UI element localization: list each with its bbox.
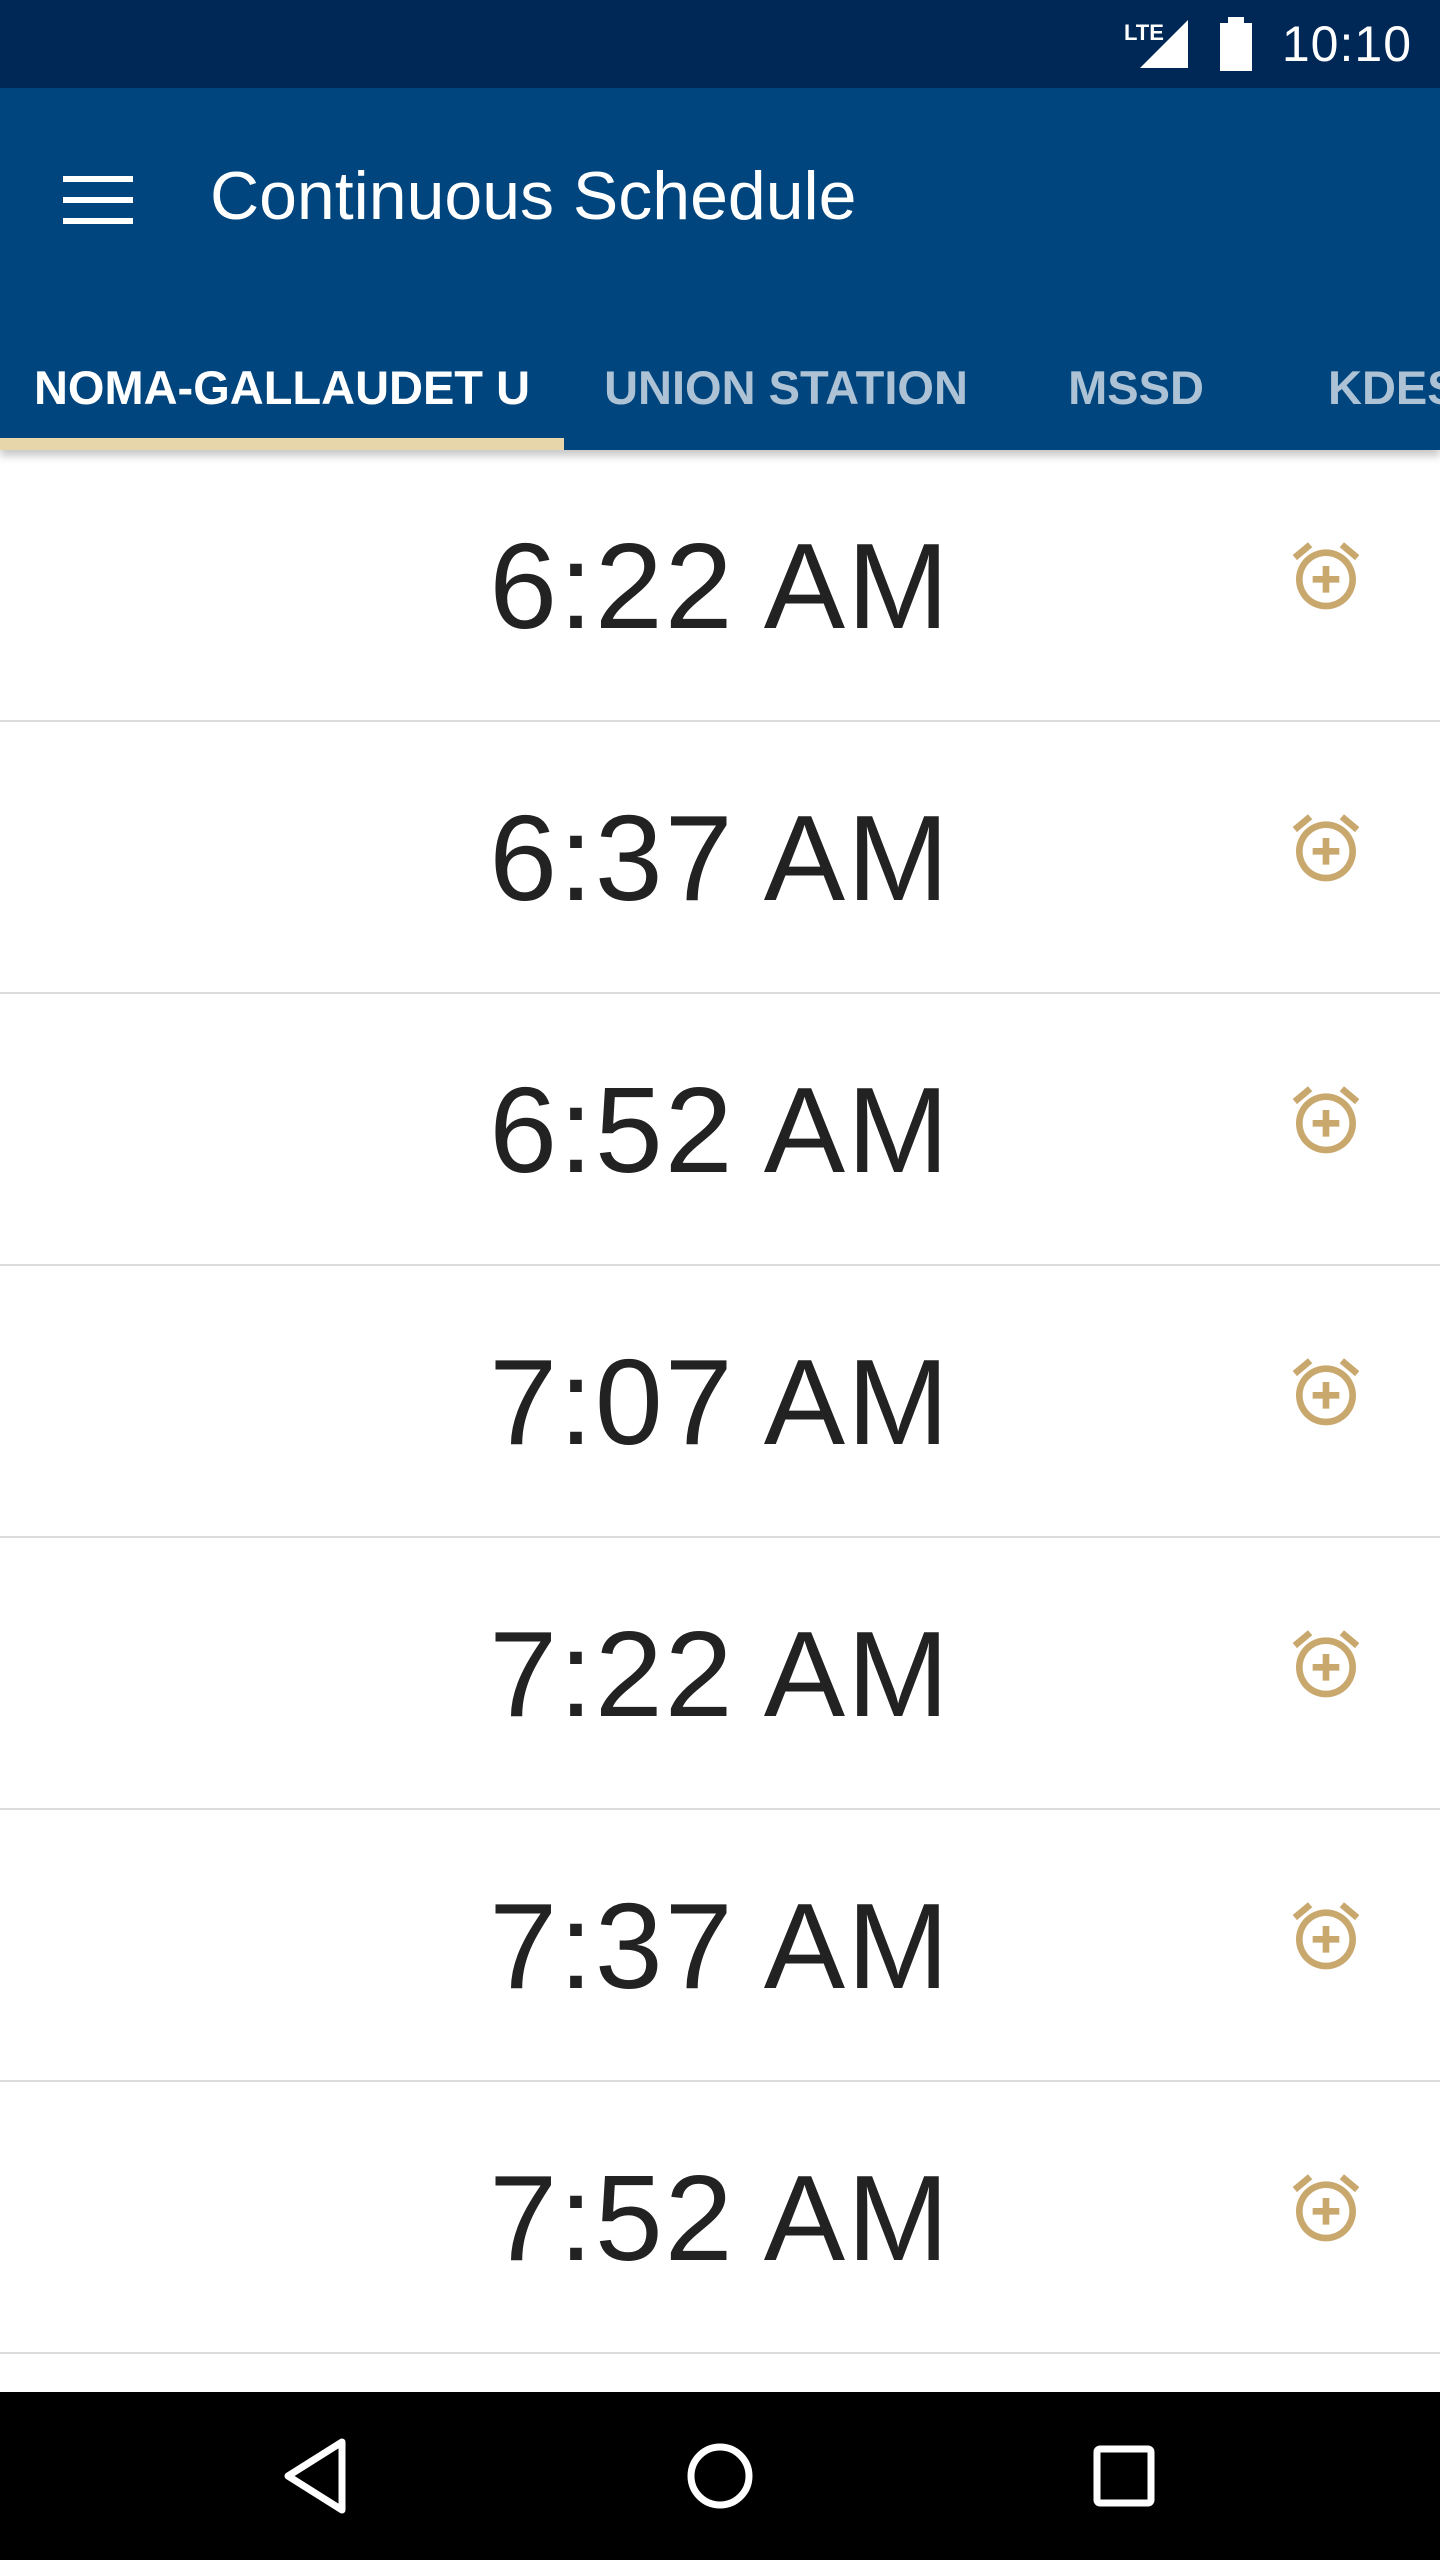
tab-bar: NOMA-GALLAUDET U UNION STATION MSSD KDES bbox=[0, 332, 1440, 450]
menu-button[interactable] bbox=[38, 140, 158, 260]
tab-union-station[interactable]: UNION STATION bbox=[564, 332, 1008, 444]
navigation-bar bbox=[0, 2392, 1440, 2560]
tab-label: NOMA-GALLAUDET U bbox=[33, 361, 531, 414]
list-item: 6:37 AM bbox=[0, 722, 1440, 994]
list-item: 6:52 AM bbox=[0, 994, 1440, 1266]
departure-time: 7:52 AM bbox=[489, 2150, 951, 2286]
add-alarm-button[interactable] bbox=[1276, 1070, 1376, 1170]
add-alarm-icon bbox=[1292, 2174, 1360, 2242]
list-item: 6:22 AM bbox=[0, 450, 1440, 722]
add-alarm-button[interactable] bbox=[1276, 1886, 1376, 1986]
add-alarm-icon bbox=[1292, 1630, 1360, 1698]
tab-label: KDES bbox=[1328, 361, 1440, 414]
departure-time: 7:07 AM bbox=[489, 1334, 951, 1470]
departure-time: 6:52 AM bbox=[489, 1062, 951, 1198]
tab-kdes[interactable]: KDES bbox=[1264, 332, 1440, 444]
page-title: Continuous Schedule bbox=[210, 158, 857, 234]
recents-button[interactable] bbox=[1074, 2426, 1174, 2526]
add-alarm-icon bbox=[1292, 1086, 1360, 1154]
back-icon bbox=[284, 2438, 346, 2514]
departure-time: 6:22 AM bbox=[489, 518, 951, 654]
tab-indicator bbox=[0, 438, 564, 450]
schedule-list: 6:22 AM 6:37 AM 6:52 AM 7:07 AM 7:22 AM … bbox=[0, 450, 1440, 2392]
lte-signal-icon: LTE bbox=[1124, 20, 1188, 68]
add-alarm-button[interactable] bbox=[1276, 798, 1376, 898]
add-alarm-icon bbox=[1292, 1902, 1360, 1970]
add-alarm-button[interactable] bbox=[1276, 2158, 1376, 2258]
departure-time: 7:37 AM bbox=[489, 1878, 951, 2014]
departure-time: 7:22 AM bbox=[489, 1606, 951, 1742]
add-alarm-button[interactable] bbox=[1276, 1342, 1376, 1442]
status-icons: LTE 10:10 bbox=[1124, 0, 1412, 88]
status-time: 10:10 bbox=[1281, 16, 1412, 72]
home-icon bbox=[687, 2443, 753, 2509]
add-alarm-button[interactable] bbox=[1276, 526, 1376, 626]
hamburger-menu-icon bbox=[63, 176, 133, 224]
list-item: 7:37 AM bbox=[0, 1810, 1440, 2082]
battery-icon bbox=[1219, 17, 1252, 71]
lte-label: LTE bbox=[1124, 20, 1164, 45]
list-item: 7:52 AM bbox=[0, 2082, 1440, 2354]
back-button[interactable] bbox=[265, 2426, 365, 2526]
departure-time: 6:37 AM bbox=[489, 790, 951, 926]
status-bar: LTE 10:10 bbox=[0, 0, 1440, 88]
app-bar: Continuous Schedule NOMA-GALLAUDET U UNI… bbox=[0, 88, 1440, 450]
tab-noma-gallaudet[interactable]: NOMA-GALLAUDET U bbox=[0, 332, 564, 444]
add-alarm-icon bbox=[1292, 1358, 1360, 1426]
list-item: 7:07 AM bbox=[0, 1266, 1440, 1538]
add-alarm-button[interactable] bbox=[1276, 1614, 1376, 1714]
tab-mssd[interactable]: MSSD bbox=[1008, 332, 1264, 444]
recents-icon bbox=[1093, 2445, 1155, 2507]
home-button[interactable] bbox=[670, 2426, 770, 2526]
list-item: 7:22 AM bbox=[0, 1538, 1440, 1810]
tab-label: UNION STATION bbox=[604, 361, 968, 414]
tab-label: MSSD bbox=[1068, 361, 1204, 414]
add-alarm-icon bbox=[1292, 814, 1360, 882]
add-alarm-icon bbox=[1292, 542, 1360, 610]
